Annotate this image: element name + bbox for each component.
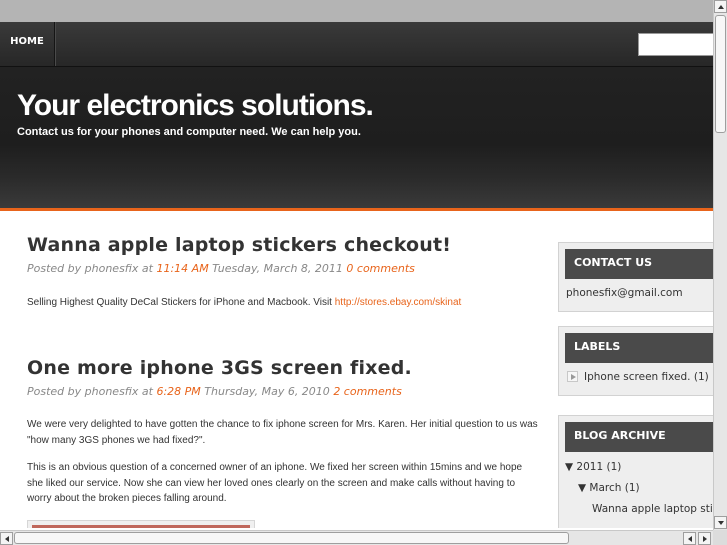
site-title[interactable]: Your electronics solutions.	[17, 89, 374, 123]
post-title[interactable]: One more iphone 3GS screen fixed.	[27, 357, 412, 379]
post-time-link[interactable]: 6:28 PM	[156, 385, 200, 398]
horizontal-scroll-thumb[interactable]	[14, 532, 569, 544]
labels-widget: LABELS Iphone screen fixed. (1)	[558, 326, 713, 396]
archive-year-count: (1)	[606, 461, 622, 473]
scroll-left-button-secondary[interactable]	[683, 532, 696, 545]
arrow-left-icon	[5, 536, 9, 542]
contact-widget: CONTACT US phonesfix@gmail.com	[558, 242, 713, 312]
arrow-left-icon	[688, 536, 692, 542]
arrow-down-icon	[718, 521, 724, 525]
archive-month-link[interactable]: March	[589, 482, 621, 494]
horizontal-scrollbar[interactable]	[0, 530, 713, 545]
post-title[interactable]: Wanna apple laptop stickers checkout!	[27, 234, 451, 256]
post-comments-link[interactable]: 0 comments	[346, 262, 415, 275]
vertical-scrollbar[interactable]	[713, 0, 727, 530]
site-description: Contact us for your phones and computer …	[17, 126, 361, 138]
scrollbar-corner	[713, 530, 727, 545]
label-item-link[interactable]: Iphone screen fixed.	[584, 371, 691, 383]
blog-archive-widget: BLOG ARCHIVE ▼ 2011 (1) ▼ March (1) Wann…	[558, 415, 713, 528]
ebay-store-link[interactable]: http://stores.ebay.com/skinat	[335, 297, 462, 308]
label-item-count: (1)	[693, 371, 709, 383]
year-toggle-icon[interactable]: ▼	[565, 461, 573, 473]
scroll-down-button[interactable]	[714, 516, 727, 529]
scroll-up-button[interactable]	[714, 0, 727, 13]
post-author-text: Posted by phonesfix at	[27, 262, 157, 275]
archive-month: ▼ March (1)	[578, 482, 640, 494]
scroll-right-button[interactable]	[698, 532, 711, 545]
post-body-text: Selling Highest Quality DeCal Stickers f…	[27, 297, 335, 308]
contact-widget-heading: CONTACT US	[565, 249, 713, 279]
post-body: Selling Highest Quality DeCal Stickers f…	[27, 295, 539, 311]
archive-widget-heading: BLOG ARCHIVE	[565, 422, 713, 452]
vertical-scroll-thumb[interactable]	[715, 15, 726, 133]
bullet-arrow-icon	[567, 371, 578, 382]
navigation-bar: HOME	[0, 22, 714, 67]
contact-email: phonesfix@gmail.com	[566, 287, 683, 299]
nav-home-link[interactable]: HOME	[0, 22, 55, 66]
archive-year: ▼ 2011 (1)	[565, 461, 621, 473]
scroll-left-button[interactable]	[0, 532, 13, 545]
post-author-text: Posted by phonesfix at	[27, 385, 157, 398]
post-meta: Posted by phonesfix at 11:14 AM Tuesday,…	[27, 262, 415, 275]
arrow-right-icon	[703, 536, 707, 542]
post-image[interactable]	[27, 520, 255, 528]
main-content: Wanna apple laptop stickers checkout! Po…	[0, 211, 713, 528]
post-paragraph: We were very delighted to have gotten th…	[27, 419, 538, 446]
post-paragraph: This is an obvious question of a concern…	[27, 462, 523, 504]
archive-month-count: (1)	[624, 482, 640, 494]
search-input[interactable]	[638, 33, 714, 56]
label-item[interactable]: Iphone screen fixed. (1)	[584, 371, 709, 383]
post-date: Thursday, May 6, 2010	[200, 385, 334, 398]
archive-year-link[interactable]: 2011	[576, 461, 603, 473]
post-time-link[interactable]: 11:14 AM	[156, 262, 208, 275]
post-date: Tuesday, March 8, 2011	[208, 262, 347, 275]
post-meta: Posted by phonesfix at 6:28 PM Thursday,…	[27, 385, 402, 398]
labels-widget-heading: LABELS	[565, 333, 713, 363]
post-comments-link[interactable]: 2 comments	[333, 385, 402, 398]
archive-post-link[interactable]: Wanna apple laptop stickers checkout!	[592, 503, 713, 515]
blog-header: Your electronics solutions. Contact us f…	[0, 67, 713, 208]
post-image-photo	[32, 525, 250, 528]
arrow-up-icon	[718, 5, 724, 9]
month-toggle-icon[interactable]: ▼	[578, 482, 586, 494]
top-bar	[0, 0, 713, 22]
